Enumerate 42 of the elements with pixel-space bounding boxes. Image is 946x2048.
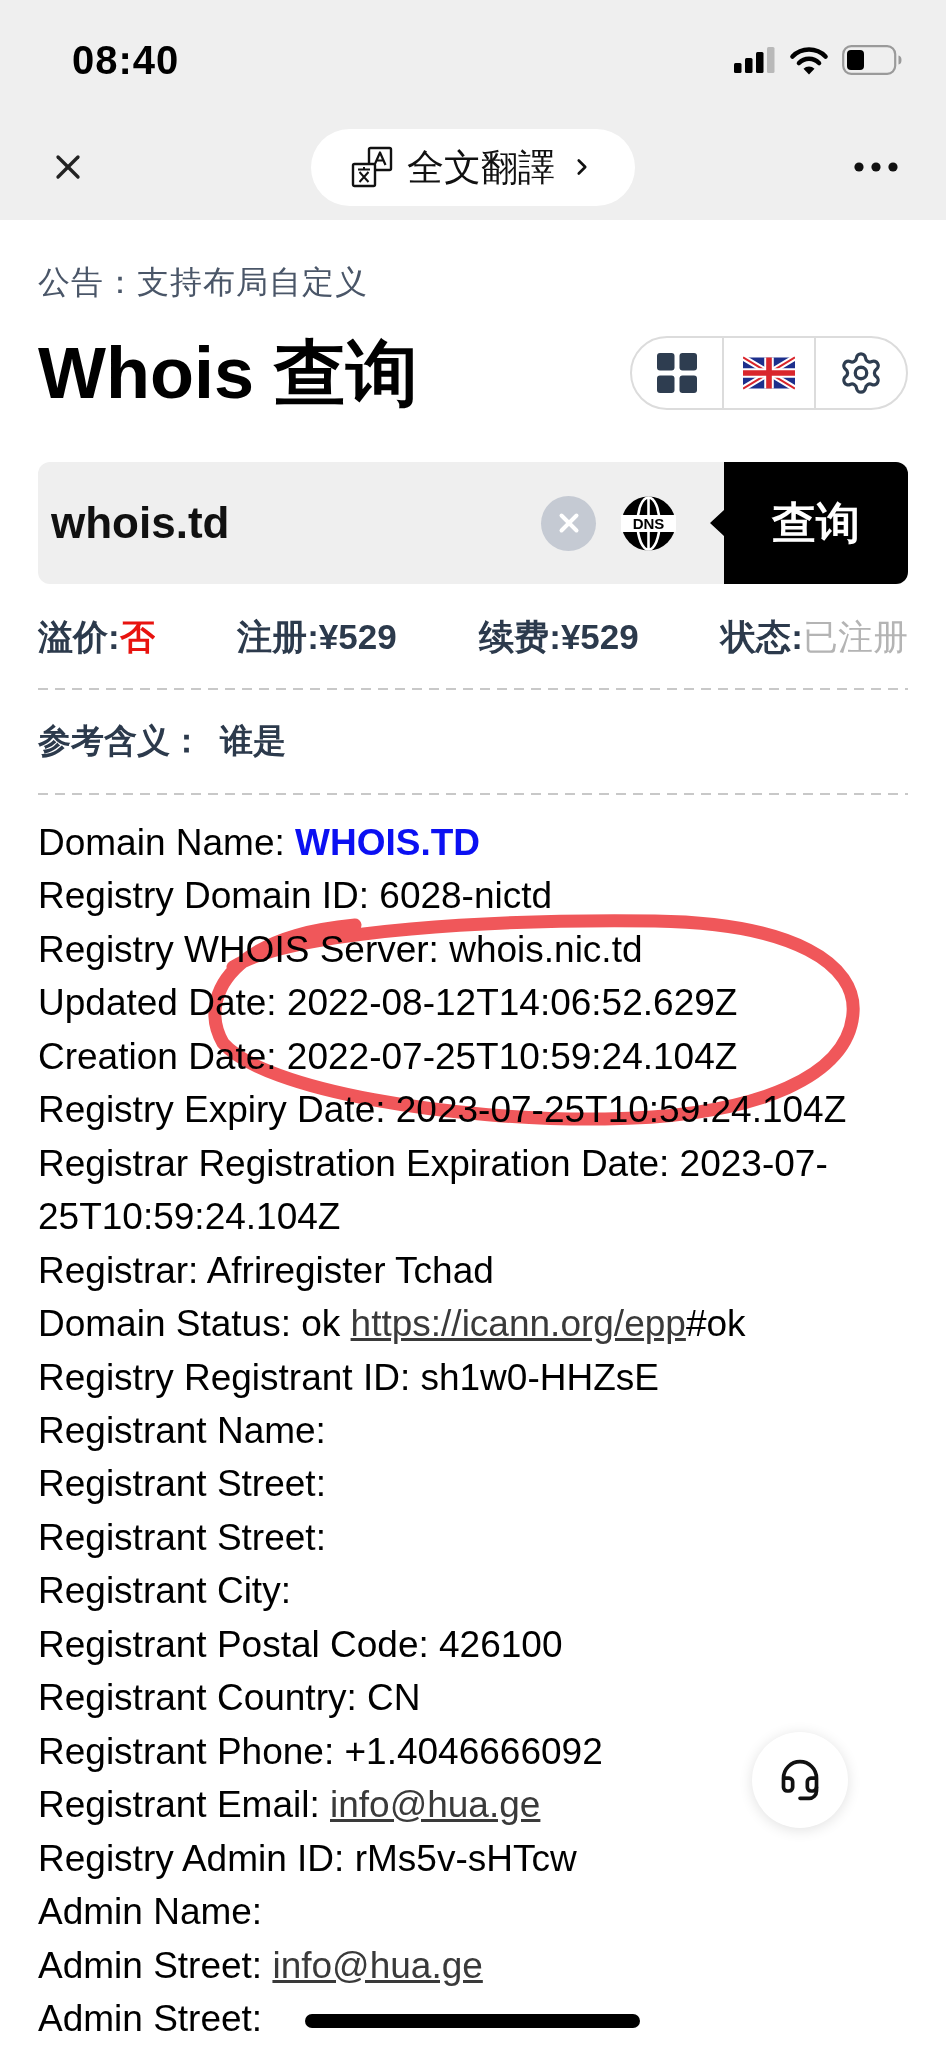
translate-icon [351, 146, 393, 188]
whois-line: Registry Registrant ID: sh1w0-HHZsE [38, 1355, 659, 1400]
meaning-text: 参考含义： 谁是 [38, 720, 287, 760]
signal-icon [734, 47, 776, 73]
search-field[interactable]: whois.td DNS 查询 [38, 462, 908, 584]
whois-line: Registry Admin ID: rMs5v-sHTcw [38, 1836, 577, 1881]
search-button[interactable]: 查询 [710, 462, 908, 584]
whois-line: Registry Domain ID: 6028-nictd [38, 874, 553, 919]
whois-line: Registrant Postal Code: 426100 [38, 1622, 563, 1667]
page-title: Whois 查询 [38, 337, 418, 409]
link[interactable]: https://icann.org/epp [350, 1303, 686, 1345]
link[interactable]: info@hua.ge [330, 1784, 541, 1826]
whois-line: Registrant Email: info@hua.ge [38, 1783, 541, 1828]
whois-line: Registrant Street: [38, 1515, 326, 1560]
more-icon[interactable] [854, 162, 898, 172]
stat-text: 注册:¥529 [237, 618, 397, 654]
whois-line: Admin Street: info@hua.ge [38, 1943, 483, 1988]
whois-line: Registrant Name: [38, 1409, 326, 1453]
whois-line: Admin Street: [38, 1996, 263, 2041]
whois-line: Registrant Country: CN [38, 1676, 421, 1721]
wifi-icon [789, 45, 829, 75]
whois-line: Admin Name: [38, 1890, 263, 1935]
whois-line: Registrar Registration Expiration Date: 2023-07-25T10:59:24.104Z [38, 1141, 829, 1240]
stat-text: 续费:¥529 [479, 618, 639, 654]
battery-icon [842, 45, 902, 75]
link[interactable]: info@hua.ge [272, 1944, 483, 1986]
status-time: 08:40 [72, 40, 180, 80]
translate-button[interactable]: 全文翻譯 [311, 128, 635, 206]
globe-icon [621, 495, 676, 551]
whois-line: Registrant City: [38, 1569, 291, 1614]
dns-button[interactable]: DNS [621, 495, 676, 551]
stat-text: 溢价:否 [38, 618, 155, 654]
stat-text: 状态:已注册 [721, 618, 908, 654]
grid-icon [657, 353, 697, 393]
whois-line: Domain Status: ok https://icann.org/epp#ok [38, 1302, 746, 1347]
whois-line: Domain Name: WHOIS.TD [38, 821, 481, 865]
whois-line: Registrant Phone: +1.4046666092 [38, 1729, 603, 1774]
flag-icon [743, 356, 795, 390]
announcement-text: 公告：支持布局自定义 [38, 263, 368, 302]
whois-line: Registrar: Afriregister Tchad [38, 1248, 494, 1293]
whois-line: Registrant Street: [38, 1462, 326, 1507]
search-input[interactable]: whois.td [38, 462, 541, 584]
